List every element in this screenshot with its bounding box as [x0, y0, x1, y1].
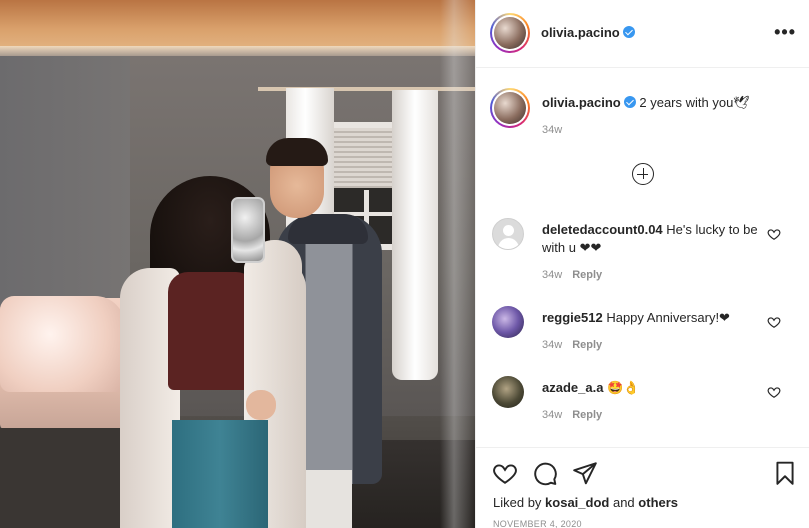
caption-body: 2 years with you🕊	[639, 95, 750, 110]
header-username-text[interactable]: olivia.pacino	[541, 25, 620, 40]
reply-button[interactable]: Reply	[572, 409, 602, 421]
string-lights	[440, 0, 475, 528]
likes-prefix: Liked by	[493, 495, 542, 510]
caption-timestamp[interactable]: 34w	[542, 124, 562, 136]
avatar-image	[494, 92, 526, 124]
avatar-frame	[492, 15, 528, 51]
verified-icon	[623, 96, 636, 108]
likes-summary: Liked by kosai_dod and others	[493, 495, 678, 510]
post-side-panel: olivia.pacino ••• olivia.pacino 2 years …	[475, 0, 809, 528]
more-options-icon[interactable]: •••	[774, 22, 796, 43]
comment-username[interactable]: azade_a.a	[542, 380, 603, 395]
comment-meta: 34w Reply	[542, 269, 602, 281]
man-hood	[288, 214, 368, 244]
woman-jeans	[172, 420, 268, 528]
comment-time[interactable]: 34w	[542, 409, 562, 421]
ceiling	[0, 0, 475, 52]
caption-username[interactable]: olivia.pacino	[542, 95, 621, 110]
caption-text: olivia.pacino 2 years with you🕊	[542, 94, 792, 111]
comment-time[interactable]: 34w	[542, 269, 562, 281]
bookmark-icon[interactable]	[772, 460, 798, 486]
comment-meta: 34w Reply	[542, 409, 602, 421]
post-image[interactable]	[0, 0, 475, 528]
plus-circle-icon[interactable]	[632, 163, 654, 185]
author-avatar[interactable]	[490, 13, 530, 53]
post-header: olivia.pacino •••	[476, 0, 809, 68]
comment-text: azade_a.a 🤩👌	[542, 379, 764, 397]
comment-avatar[interactable]	[492, 306, 524, 338]
avatar-frame	[492, 90, 528, 126]
likes-joiner: and	[612, 495, 635, 510]
verified-icon	[622, 26, 635, 38]
comment-time[interactable]: 34w	[542, 339, 562, 351]
heart-icon[interactable]	[492, 460, 518, 486]
comment-username[interactable]: deletedaccount0.04	[542, 222, 663, 237]
caption-avatar[interactable]	[490, 88, 530, 128]
comment-icon[interactable]	[532, 460, 558, 486]
man-hair	[266, 138, 328, 166]
comment-avatar[interactable]	[492, 376, 524, 408]
avatar-image	[494, 17, 526, 49]
curtain-right	[392, 90, 438, 380]
heart-icon[interactable]	[767, 227, 781, 241]
reply-button[interactable]: Reply	[572, 339, 602, 351]
comment-meta: 34w Reply	[542, 339, 602, 351]
comment-text: deletedaccount0.04 He's lucky to be with…	[542, 221, 764, 257]
paper-plane-icon[interactable]	[572, 460, 598, 486]
heart-icon[interactable]	[767, 385, 781, 399]
likes-others[interactable]: others	[638, 495, 678, 510]
comment-avatar[interactable]	[492, 218, 524, 250]
comment-text: reggie512 Happy Anniversary!❤	[542, 309, 764, 327]
blanket	[0, 296, 125, 392]
comment-username[interactable]: reggie512	[542, 310, 603, 325]
post-date[interactable]: NOVEMBER 4, 2020	[493, 519, 582, 528]
post-actions: Liked by kosai_dod and others NOVEMBER 4…	[476, 447, 809, 528]
reply-button[interactable]: Reply	[572, 269, 602, 281]
heart-icon[interactable]	[767, 315, 781, 329]
header-username[interactable]: olivia.pacino	[541, 25, 635, 40]
crown-molding	[0, 46, 475, 56]
woman-top	[168, 272, 256, 390]
comment-body: Happy Anniversary!❤	[606, 310, 730, 325]
phone	[231, 197, 265, 263]
woman-hand	[246, 390, 276, 420]
wall-left	[0, 56, 130, 316]
comment-body: 🤩👌	[607, 380, 640, 395]
likes-user[interactable]: kosai_dod	[545, 495, 609, 510]
